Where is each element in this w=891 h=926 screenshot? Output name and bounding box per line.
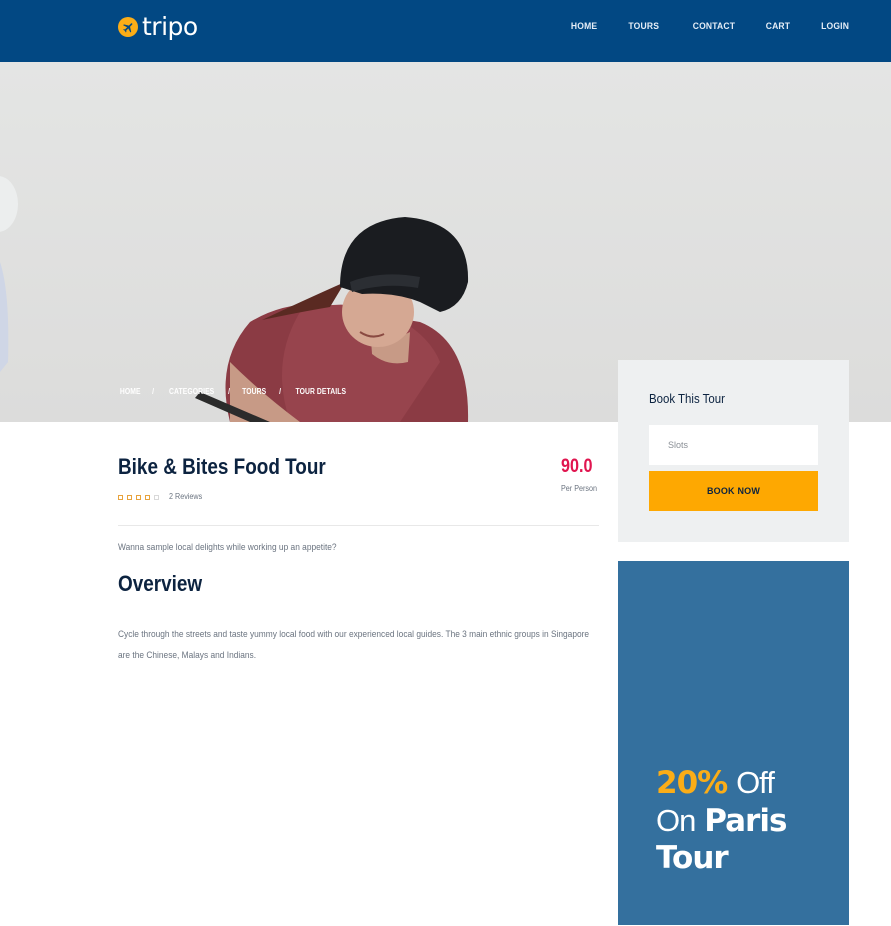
star-icon [136, 494, 141, 500]
tour-price: 90.0 [561, 456, 593, 477]
tour-title: Bike & Bites Food Tour [118, 454, 326, 479]
nav-tours[interactable]: TOURS [629, 20, 660, 34]
booking-panel: Book This Tour BOOK NOW [618, 360, 849, 542]
slots-input[interactable] [649, 425, 818, 465]
promo-on: On [656, 803, 696, 838]
promo-banner[interactable]: 20% Off On Paris Tour [618, 561, 849, 925]
breadcrumb-categories[interactable]: CATEGORIES [169, 386, 214, 398]
promo-percent: 20% [656, 765, 728, 801]
book-now-button[interactable]: BOOK NOW [649, 471, 818, 511]
promo-text: 20% Off On Paris Tour [656, 764, 846, 877]
price-unit: Per Person [561, 484, 598, 493]
breadcrumb-separator: / [228, 387, 231, 396]
nav-home[interactable]: HOME [571, 20, 597, 34]
nav-login[interactable]: LOGIN [821, 20, 849, 34]
star-icon [154, 494, 159, 500]
breadcrumb-separator: / [278, 387, 281, 396]
site-logo[interactable]: tripo [118, 12, 198, 42]
airplane-icon [118, 17, 138, 37]
review-count[interactable]: 2 Reviews [169, 492, 202, 502]
star-icon [127, 494, 132, 500]
rating: 2 Reviews [118, 492, 206, 502]
nav-cart[interactable]: CART [765, 20, 789, 34]
nav-contact[interactable]: CONTACT [692, 20, 734, 34]
breadcrumb: HOME / CATEGORIES / TOURS / TOUR DETAILS [118, 386, 351, 398]
tour-tagline: Wanna sample local delights while workin… [118, 542, 337, 553]
breadcrumb-tours[interactable]: TOURS [243, 386, 267, 398]
booking-title: Book This Tour [649, 391, 725, 406]
logo-text: tripo [142, 12, 198, 41]
divider [118, 525, 599, 526]
breadcrumb-current: TOUR DETAILS [295, 387, 347, 396]
breadcrumb-separator: / [152, 387, 155, 396]
tour-description: Cycle through the streets and taste yumm… [118, 629, 590, 661]
star-icon [118, 494, 123, 500]
site-header: tripo HOME TOURS CONTACT CART LOGIN [0, 0, 891, 62]
main-nav: HOME TOURS CONTACT CART LOGIN [540, 20, 849, 34]
breadcrumb-home[interactable]: HOME [120, 386, 141, 398]
overview-heading: Overview [118, 571, 203, 596]
star-icon [145, 494, 150, 500]
promo-city: Paris [704, 803, 787, 839]
promo-tour: Tour [656, 840, 729, 876]
promo-off: Off [736, 765, 775, 800]
